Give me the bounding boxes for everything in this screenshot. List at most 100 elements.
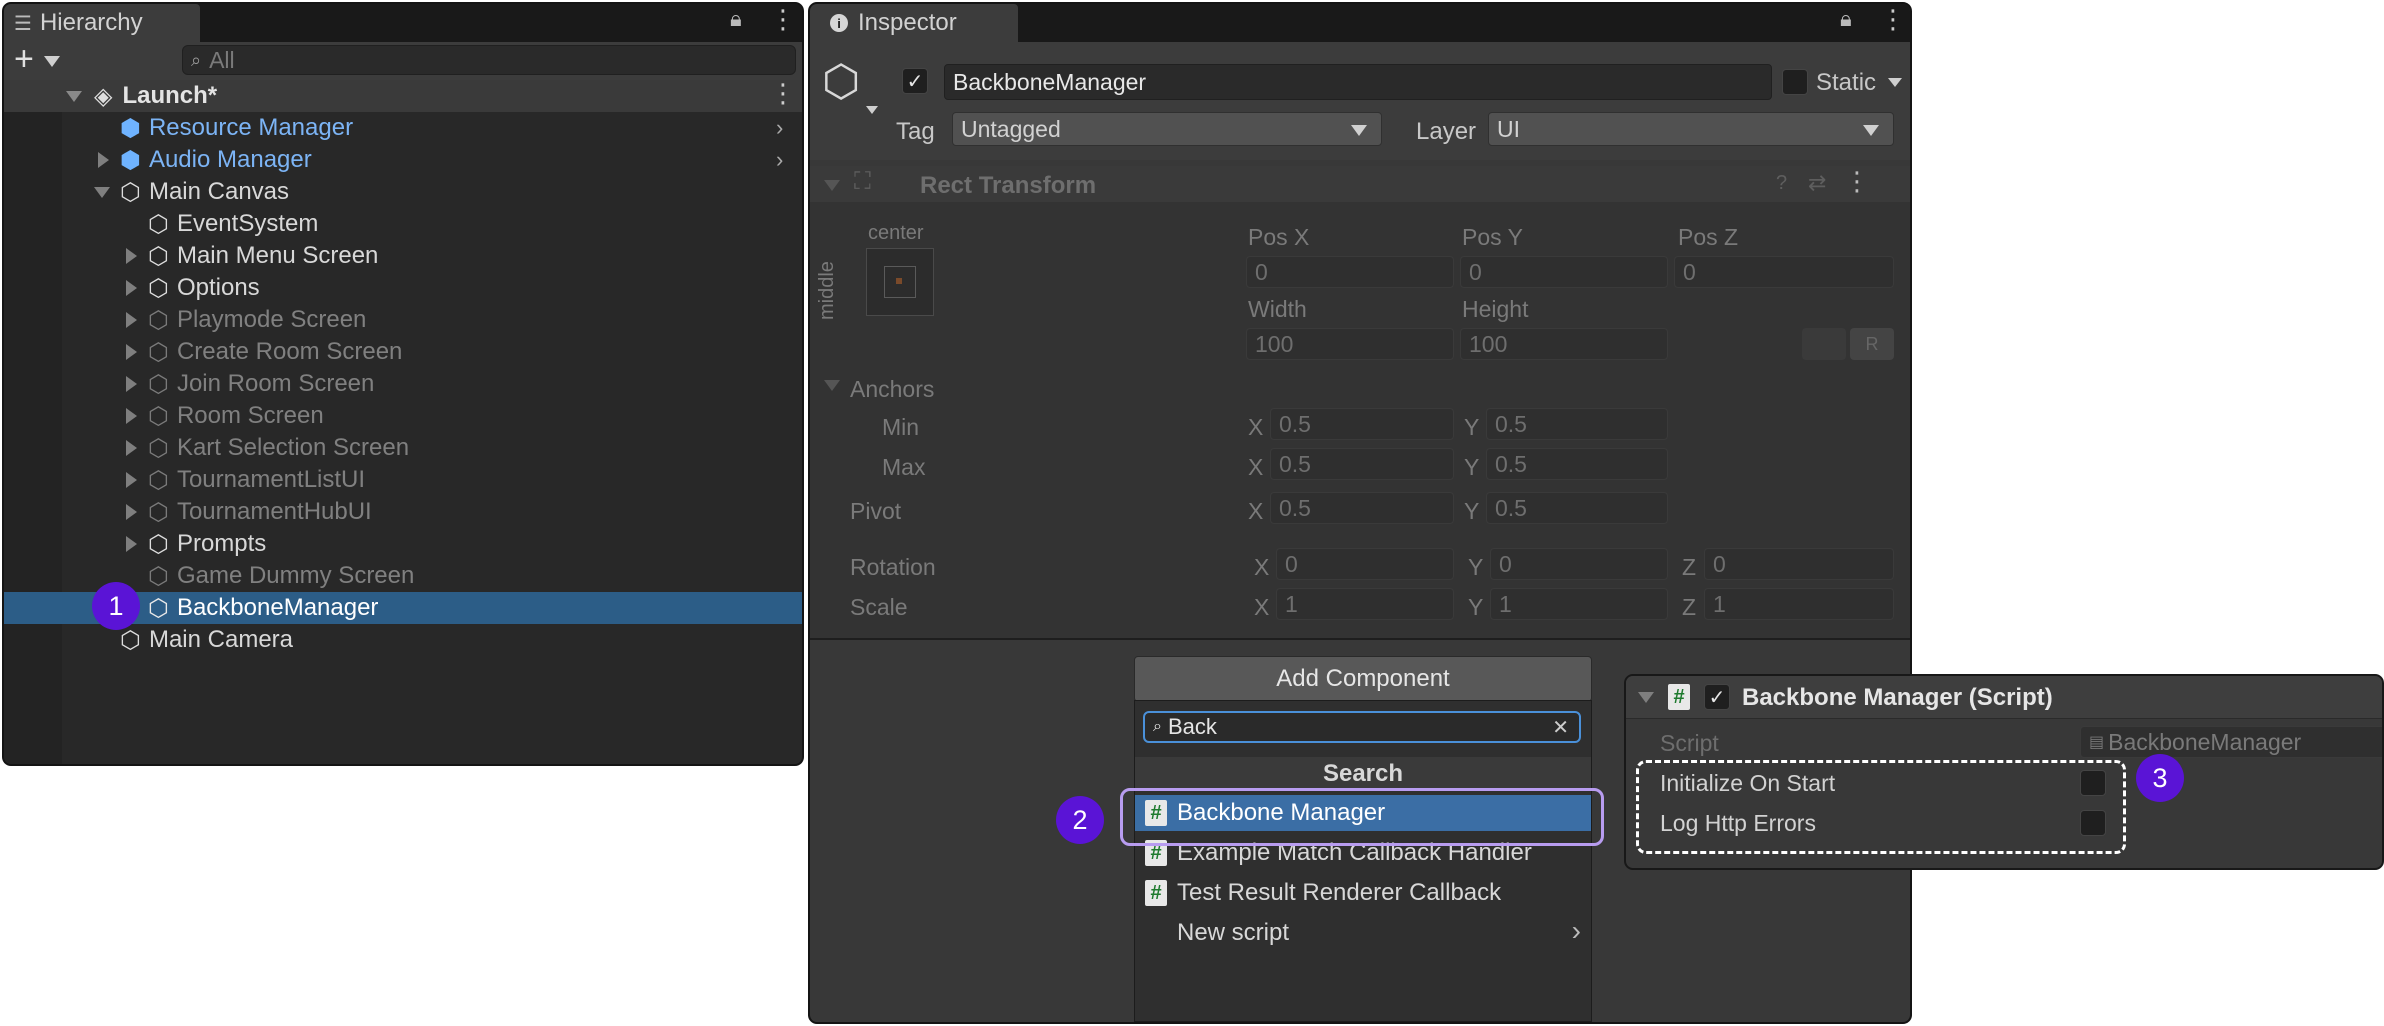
add-component-button[interactable]: Add Component bbox=[1134, 656, 1592, 702]
item-label: Room Screen bbox=[176, 402, 324, 429]
expand-arrow-icon[interactable] bbox=[126, 408, 137, 424]
expand-arrow-icon[interactable] bbox=[126, 344, 137, 360]
raw-edit-button[interactable]: R bbox=[1850, 328, 1894, 360]
hierarchy-item-tournamentlistui[interactable]: ⬡ TournamentListUI bbox=[4, 464, 802, 496]
max-y-label: Y bbox=[1464, 454, 1480, 480]
static-checkbox[interactable] bbox=[1782, 69, 1808, 95]
min-y-field[interactable]: 0.5 bbox=[1486, 408, 1668, 440]
component-menu-icon[interactable]: ⋮ bbox=[1844, 166, 1870, 197]
lock-icon[interactable]: 🔒︎ bbox=[730, 6, 742, 32]
hierarchy-item-kart-selection-screen[interactable]: ⬡ Kart Selection Screen bbox=[4, 432, 802, 464]
pivot-x-field[interactable]: 0.5 bbox=[1270, 492, 1454, 524]
object-name-field[interactable]: BackboneManager bbox=[944, 64, 1772, 100]
max-y-field[interactable]: 0.5 bbox=[1486, 448, 1668, 480]
tab-hierarchy[interactable]: ☰ Hierarchy bbox=[4, 4, 200, 42]
kebab-menu-icon[interactable]: ⋮ bbox=[1880, 4, 1906, 35]
expand-arrow-icon[interactable] bbox=[824, 380, 840, 391]
width-field[interactable]: 100 bbox=[1246, 328, 1454, 360]
hierarchy-item-prompts[interactable]: ⬡ Prompts bbox=[4, 528, 802, 560]
anchor-preset-button[interactable] bbox=[866, 248, 934, 316]
gameobject-cube-icon: ⬡ bbox=[120, 626, 141, 654]
script-enabled-checkbox[interactable]: ✓ bbox=[1704, 684, 1730, 710]
chevron-right-icon[interactable]: › bbox=[776, 147, 783, 173]
script-component-header[interactable]: # ✓ Backbone Manager (Script) bbox=[1626, 676, 2382, 719]
chevron-down-icon[interactable] bbox=[866, 106, 878, 114]
pivot-y-label: Y bbox=[1464, 498, 1480, 524]
item-label: Main Menu Screen bbox=[176, 242, 379, 269]
hierarchy-item-options[interactable]: ⬡ Options bbox=[4, 272, 802, 304]
height-field[interactable]: 100 bbox=[1460, 328, 1668, 360]
min-x-field[interactable]: 0.5 bbox=[1270, 408, 1454, 440]
hierarchy-item-resource-manager[interactable]: ⬢ Resource Manager › bbox=[4, 112, 802, 144]
rect-transform-header[interactable]: ⛶ Rect Transform ? ⇄ ⋮ bbox=[810, 166, 1910, 202]
tag-dropdown[interactable]: Untagged bbox=[952, 112, 1382, 146]
rect-transform-icon: ⛶ bbox=[854, 168, 871, 195]
item-label: Main Camera bbox=[148, 626, 293, 653]
new-script-item[interactable]: New script › bbox=[1135, 915, 1591, 951]
rotation-x-field[interactable]: 0 bbox=[1276, 548, 1454, 580]
expand-arrow-icon[interactable] bbox=[66, 90, 82, 102]
scene-menu-icon[interactable]: ⋮ bbox=[770, 78, 796, 109]
blueprint-mode-button[interactable] bbox=[1802, 328, 1846, 360]
hierarchy-item-eventsystem[interactable]: ⬡ EventSystem bbox=[4, 208, 802, 240]
gameobject-cube-icon: ⬡ bbox=[148, 530, 169, 558]
rect-transform-section: ⛶ Rect Transform ? ⇄ ⋮ center middle Pos… bbox=[810, 166, 1910, 638]
expand-arrow-icon[interactable] bbox=[126, 504, 137, 520]
static-dropdown-icon[interactable] bbox=[1888, 78, 1902, 87]
pos-y-field[interactable]: 0 bbox=[1460, 256, 1668, 288]
hierarchy-item-main-menu-screen[interactable]: ⬡ Main Menu Screen bbox=[4, 240, 802, 272]
pivot-y-field[interactable]: 0.5 bbox=[1486, 492, 1668, 524]
scene-header[interactable]: ◈ Launch* ⋮ bbox=[4, 78, 802, 112]
expand-arrow-icon[interactable] bbox=[94, 186, 110, 198]
help-icon[interactable]: ? bbox=[1776, 172, 1787, 195]
layer-value: UI bbox=[1497, 115, 1520, 142]
rotation-y-field[interactable]: 0 bbox=[1490, 548, 1668, 580]
lock-icon[interactable]: 🔒︎ bbox=[1840, 6, 1852, 32]
active-checkbox[interactable]: ✓ bbox=[902, 68, 928, 94]
chevron-right-icon[interactable]: › bbox=[776, 115, 783, 141]
hierarchy-search-input[interactable]: ⌕ All bbox=[182, 45, 796, 75]
hierarchy-item-room-screen[interactable]: ⬡ Room Screen bbox=[4, 400, 802, 432]
component-search-input[interactable]: ⌕ Back ✕ bbox=[1143, 711, 1581, 743]
script-reference-field[interactable]: ▤ BackboneManager bbox=[2080, 726, 2382, 758]
kebab-menu-icon[interactable]: ⋮ bbox=[770, 4, 796, 35]
hierarchy-item-playmode-screen[interactable]: ⬡ Playmode Screen bbox=[4, 304, 802, 336]
expand-arrow-icon[interactable] bbox=[126, 248, 137, 264]
scale-y-field[interactable]: 1 bbox=[1490, 588, 1668, 620]
result-item-test-result-renderer-callback[interactable]: # Test Result Renderer Callback bbox=[1135, 875, 1591, 911]
expand-arrow-icon[interactable] bbox=[126, 472, 137, 488]
info-icon: i bbox=[830, 14, 848, 32]
expand-arrow-icon[interactable] bbox=[126, 440, 137, 456]
expand-arrow-icon[interactable] bbox=[98, 152, 109, 168]
chevron-down-icon[interactable] bbox=[44, 56, 60, 67]
height-label: Height bbox=[1462, 296, 1529, 322]
hierarchy-item-main-canvas[interactable]: ⬡ Main Canvas bbox=[4, 176, 802, 208]
hierarchy-item-main-camera[interactable]: ⬡ Main Camera bbox=[4, 624, 802, 656]
expand-arrow-icon[interactable] bbox=[126, 312, 137, 328]
clear-search-icon[interactable]: ✕ bbox=[1552, 715, 1569, 740]
object-name-value: BackboneManager bbox=[953, 68, 1147, 95]
hierarchy-item-audio-manager[interactable]: ⬢ Audio Manager › bbox=[4, 144, 802, 176]
expand-arrow-icon[interactable] bbox=[126, 280, 137, 296]
scale-x-field[interactable]: 1 bbox=[1276, 588, 1454, 620]
script-icon: # bbox=[1145, 880, 1167, 906]
hierarchy-item-join-room-screen[interactable]: ⬡ Join Room Screen bbox=[4, 368, 802, 400]
gameobject-cube-icon: ⬡ bbox=[148, 562, 169, 590]
expand-arrow-icon[interactable] bbox=[126, 536, 137, 552]
hierarchy-item-create-room-screen[interactable]: ⬡ Create Room Screen bbox=[4, 336, 802, 368]
scale-y-label: Y bbox=[1468, 594, 1484, 620]
max-x-field[interactable]: 0.5 bbox=[1270, 448, 1454, 480]
preset-icon[interactable]: ⇄ bbox=[1808, 170, 1826, 196]
scale-z-field[interactable]: 1 bbox=[1704, 588, 1894, 620]
expand-arrow-icon[interactable] bbox=[1638, 692, 1654, 703]
tab-inspector[interactable]: i Inspector bbox=[810, 4, 1018, 42]
pos-x-field[interactable]: 0 bbox=[1246, 256, 1454, 288]
pos-z-field[interactable]: 0 bbox=[1674, 256, 1894, 288]
layer-dropdown[interactable]: UI bbox=[1488, 112, 1894, 146]
rotation-z-field[interactable]: 0 bbox=[1704, 548, 1894, 580]
add-button[interactable]: + bbox=[14, 42, 34, 76]
expand-arrow-icon[interactable] bbox=[126, 376, 137, 392]
anchor-preset-dot bbox=[896, 278, 902, 284]
hierarchy-item-tournamenthubui[interactable]: ⬡ TournamentHubUI bbox=[4, 496, 802, 528]
expand-arrow-icon[interactable] bbox=[824, 180, 840, 191]
